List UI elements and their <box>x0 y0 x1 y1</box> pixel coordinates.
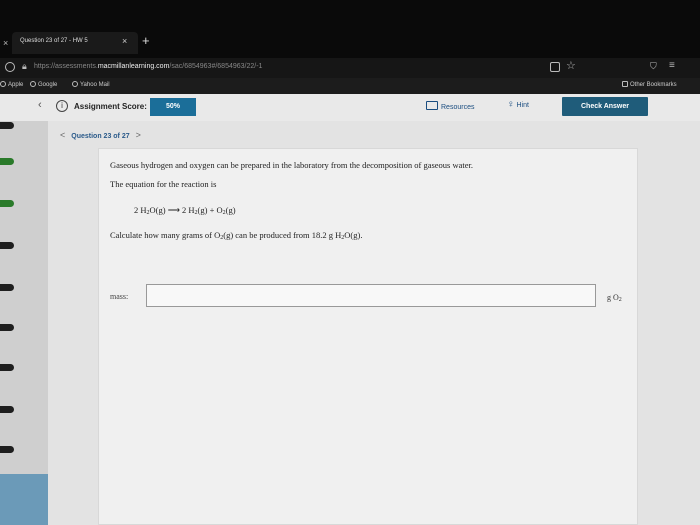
extension-icon[interactable] <box>550 62 560 72</box>
sidebar-active-panel[interactable] <box>0 474 48 525</box>
globe-icon <box>0 81 6 87</box>
info-icon[interactable]: i <box>56 100 68 112</box>
check-answer-button[interactable]: Check Answer <box>562 97 648 116</box>
sidebar-marker[interactable] <box>0 324 14 331</box>
close-icon[interactable]: × <box>3 38 8 48</box>
sidebar-marker[interactable] <box>0 122 14 129</box>
sidebar-marker[interactable] <box>0 284 14 291</box>
globe-icon <box>72 81 78 87</box>
globe-icon <box>30 81 36 87</box>
sidebar-marker[interactable] <box>0 446 14 453</box>
sidebar-marker[interactable] <box>0 242 14 249</box>
chevron-left-icon[interactable]: ‹ <box>38 99 42 111</box>
previous-question-button[interactable]: < <box>60 130 65 140</box>
other-bookmarks[interactable]: Other Bookmarks <box>622 81 677 88</box>
tab-title: Question 23 of 27 - HW 5 <box>20 38 88 44</box>
address-bar: 🔒︎ https://assessments.macmillanlearning… <box>0 58 700 78</box>
bookmark-yahoo-mail[interactable]: Yahoo Mail <box>72 81 110 88</box>
bookmarks-bar: Apple Google Yahoo Mail Other Bookmarks <box>0 78 700 94</box>
assignment-header: ‹ i Assignment Score: 50% Resources ♀ Hin… <box>0 94 700 121</box>
left-sidebar-strip <box>0 121 48 525</box>
mass-input[interactable] <box>146 284 596 307</box>
next-question-button[interactable]: > <box>136 130 141 140</box>
bookmark-google[interactable]: Google <box>30 81 57 88</box>
bookmark-star-icon[interactable]: ☆ <box>566 59 576 72</box>
bookmark-apple[interactable]: Apple <box>0 81 23 88</box>
shield-icon[interactable]: ⛉ <box>650 61 657 72</box>
folder-icon <box>622 81 628 87</box>
lightbulb-icon: ♀ <box>507 99 515 110</box>
browser-tab-bar: × Question 23 of 27 - HW 5 × + <box>0 0 700 58</box>
assignment-score-label: Assignment Score: <box>74 102 147 111</box>
question-prompt: Calculate how many grams of O2(g) can be… <box>110 230 363 241</box>
reload-icon[interactable] <box>5 62 15 72</box>
sidebar-marker[interactable] <box>0 200 14 207</box>
unit-label: g O2 <box>607 293 622 303</box>
question-navigation: < Question 23 of 27 > <box>54 130 147 140</box>
score-badge: 50% <box>150 98 196 116</box>
reaction-equation: 2 H2O(g) ⟶ 2 H2(g) + O2(g) <box>134 205 236 216</box>
sidebar-marker[interactable] <box>0 364 14 371</box>
question-text: The equation for the reaction is <box>110 179 217 189</box>
question-text: Gaseous hydrogen and oxygen can be prepa… <box>110 160 474 170</box>
question-counter: Question 23 of 27 <box>71 133 130 140</box>
resources-button[interactable]: Resources <box>426 101 474 111</box>
lock-icon[interactable]: 🔒︎ <box>22 61 27 72</box>
mass-label: mass: <box>110 292 129 301</box>
folder-icon <box>426 101 438 110</box>
url-field[interactable]: https://assessments.macmillanlearning.co… <box>34 63 262 70</box>
tab-close-icon[interactable]: × <box>122 36 127 46</box>
new-tab-button[interactable]: + <box>142 33 150 48</box>
menu-icon[interactable]: ≡ <box>669 60 675 71</box>
sidebar-marker[interactable] <box>0 406 14 413</box>
hint-button[interactable]: ♀ Hint <box>507 99 529 110</box>
browser-tab[interactable]: Question 23 of 27 - HW 5 × <box>12 32 138 54</box>
sidebar-marker[interactable] <box>0 158 14 165</box>
